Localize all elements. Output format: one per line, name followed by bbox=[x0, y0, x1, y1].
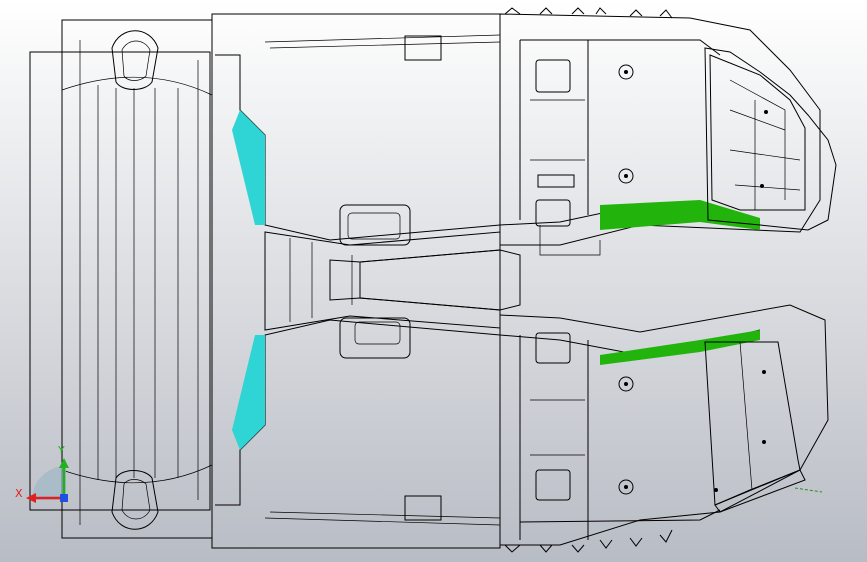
z-axis-marker bbox=[60, 494, 68, 502]
y-axis-label: Y bbox=[57, 444, 65, 457]
axis-triad: X Y bbox=[15, 444, 69, 503]
y-axis-arrow bbox=[59, 458, 69, 468]
x-axis-label: X bbox=[15, 487, 23, 500]
cad-viewport[interactable]: X Y bbox=[0, 0, 867, 562]
x-axis-arrow bbox=[26, 493, 36, 503]
